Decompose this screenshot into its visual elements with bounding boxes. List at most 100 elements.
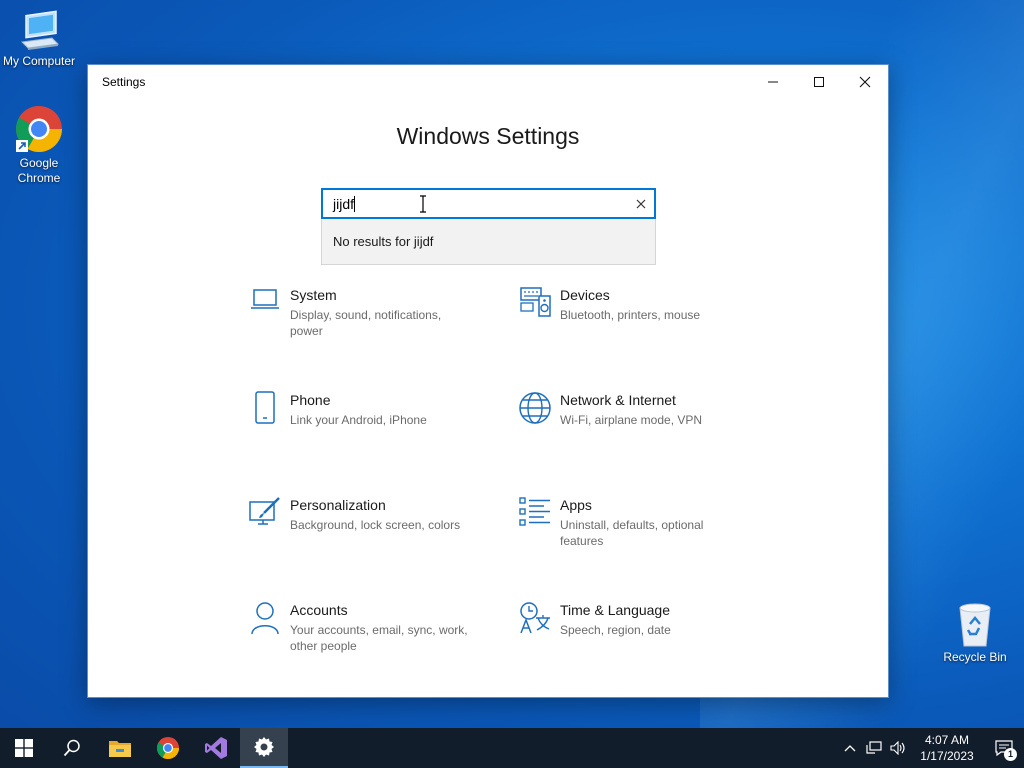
chrome-icon: [156, 736, 180, 760]
laptop-icon: [251, 289, 279, 309]
taskbar-clock[interactable]: 4:07 AM 1/17/2023: [910, 732, 984, 764]
minimize-button[interactable]: [750, 65, 796, 99]
taskbar-search-button[interactable]: [48, 728, 96, 768]
tile-icon-wrap: [240, 601, 290, 637]
tile-personalization[interactable]: Personalization Background, lock screen,…: [240, 496, 490, 533]
tile-network-internet[interactable]: Network & Internet Wi-Fi, airplane mode,…: [510, 391, 760, 428]
tile-text: System Display, sound, notifications, po…: [290, 286, 470, 339]
phone-icon: [255, 391, 275, 424]
start-button[interactable]: [0, 728, 48, 768]
tile-text: Devices Bluetooth, printers, mouse: [560, 286, 740, 323]
computer-icon: [20, 10, 60, 50]
recycle-bin-icon: [959, 603, 991, 647]
tile-text: Network & Internet Wi-Fi, airplane mode,…: [560, 391, 740, 428]
minimize-icon: [768, 81, 778, 83]
tile-title: Phone: [290, 392, 331, 408]
network-tray-button[interactable]: [862, 728, 886, 768]
network-icon: [866, 741, 882, 754]
tile-text: Accounts Your accounts, email, sync, wor…: [290, 601, 470, 654]
globe-icon: [519, 392, 551, 424]
desktop-icon-recycle-bin[interactable]: Recycle Bin: [936, 600, 1014, 665]
taskbar-settings[interactable]: [240, 728, 288, 768]
tile-icon-wrap: [240, 391, 290, 427]
tile-icon-wrap: [240, 286, 290, 322]
window-titlebar[interactable]: Settings: [88, 65, 888, 99]
tile-description: Uninstall, defaults, optional features: [560, 518, 704, 548]
tile-title: Devices: [560, 287, 610, 303]
close-button[interactable]: [842, 65, 888, 99]
tile-description: Speech, region, date: [560, 623, 671, 637]
show-hidden-icons-button[interactable]: [838, 728, 862, 768]
tile-description: Your accounts, email, sync, work, other …: [290, 623, 468, 653]
settings-gear-icon: [254, 737, 274, 757]
tile-icon-wrap: [510, 391, 560, 427]
visual-studio-icon: [205, 737, 227, 759]
chrome-icon: [16, 106, 62, 152]
tile-system[interactable]: System Display, sound, notifications, po…: [240, 286, 490, 339]
time-language-icon: [520, 602, 550, 634]
desktop-icon-my-computer[interactable]: My Computer: [0, 8, 78, 69]
system-tray: 4:07 AM 1/17/2023 1: [838, 728, 1024, 768]
paintbrush-icon: [249, 497, 280, 525]
taskbar-chrome[interactable]: [144, 728, 192, 768]
tile-title: Accounts: [290, 602, 348, 618]
tile-time-language[interactable]: Time & Language Speech, region, date: [510, 601, 760, 638]
search-icon: [63, 739, 80, 757]
tile-text: Apps Uninstall, defaults, optional featu…: [560, 496, 740, 549]
taskbar-file-explorer[interactable]: [96, 728, 144, 768]
tile-text: Phone Link your Android, iPhone: [290, 391, 470, 428]
notification-badge: 1: [1004, 748, 1017, 761]
tile-description: Link your Android, iPhone: [290, 413, 427, 427]
search-input-value[interactable]: jijdf: [333, 195, 628, 212]
tile-text: Time & Language Speech, region, date: [560, 601, 740, 638]
taskbar: 4:07 AM 1/17/2023 1: [0, 728, 1024, 768]
keyboard-speaker-icon: [520, 287, 551, 317]
maximize-button[interactable]: [796, 65, 842, 99]
tile-title: Apps: [560, 497, 592, 513]
window-controls: [750, 65, 888, 99]
tile-icon-wrap: [510, 286, 560, 322]
volume-icon: [890, 741, 905, 755]
tile-title: Time & Language: [560, 602, 670, 618]
tile-icon-wrap: [240, 496, 290, 532]
search-input[interactable]: jijdf: [321, 188, 656, 219]
settings-window: Settings Windows Settings jijdf No resul…: [87, 64, 889, 698]
tile-title: Personalization: [290, 497, 386, 513]
tile-text: Personalization Background, lock screen,…: [290, 496, 470, 533]
desktop-icon-label: Recycle Bin: [943, 650, 1007, 664]
chevron-up-icon: [844, 745, 856, 752]
tile-title: Network & Internet: [560, 392, 676, 408]
tile-description: Background, lock screen, colors: [290, 518, 461, 532]
search-results-dropdown: No results for jijdf: [321, 219, 656, 265]
close-icon: [636, 199, 646, 208]
tile-title: System: [290, 287, 337, 303]
desktop-icon-google-chrome[interactable]: Google Chrome: [0, 104, 78, 186]
tile-apps[interactable]: Apps Uninstall, defaults, optional featu…: [510, 496, 760, 549]
action-center-button[interactable]: 1: [984, 728, 1024, 768]
text-caret: [354, 195, 356, 212]
tile-description: Wi-Fi, airplane mode, VPN: [560, 413, 703, 427]
volume-tray-button[interactable]: [886, 728, 910, 768]
maximize-icon: [814, 77, 824, 87]
clock-time: 4:07 AM: [924, 733, 970, 747]
tile-icon-wrap: [510, 601, 560, 637]
close-icon: [859, 76, 871, 88]
start-icon: [15, 739, 33, 757]
tile-devices[interactable]: Devices Bluetooth, printers, mouse: [510, 286, 760, 323]
person-icon: [251, 602, 279, 635]
window-title: Settings: [102, 75, 146, 89]
tile-icon-wrap: [510, 496, 560, 532]
ibeam-cursor-icon: [420, 195, 426, 213]
search-clear-button[interactable]: [628, 190, 654, 217]
desktop-icon-label: Google Chrome: [17, 156, 61, 185]
taskbar-visual-studio[interactable]: [192, 728, 240, 768]
desktop-icon-label: My Computer: [2, 54, 76, 68]
tile-description: Bluetooth, printers, mouse: [560, 308, 701, 322]
tile-accounts[interactable]: Accounts Your accounts, email, sync, wor…: [240, 601, 490, 654]
file-explorer-icon: [109, 741, 131, 757]
apps-list-icon: [519, 497, 550, 526]
no-results-message: No results for jijdf: [333, 234, 434, 249]
tile-description: Display, sound, notifications, power: [290, 308, 442, 338]
clock-date: 1/17/2023: [920, 749, 974, 763]
tile-phone[interactable]: Phone Link your Android, iPhone: [240, 391, 490, 428]
